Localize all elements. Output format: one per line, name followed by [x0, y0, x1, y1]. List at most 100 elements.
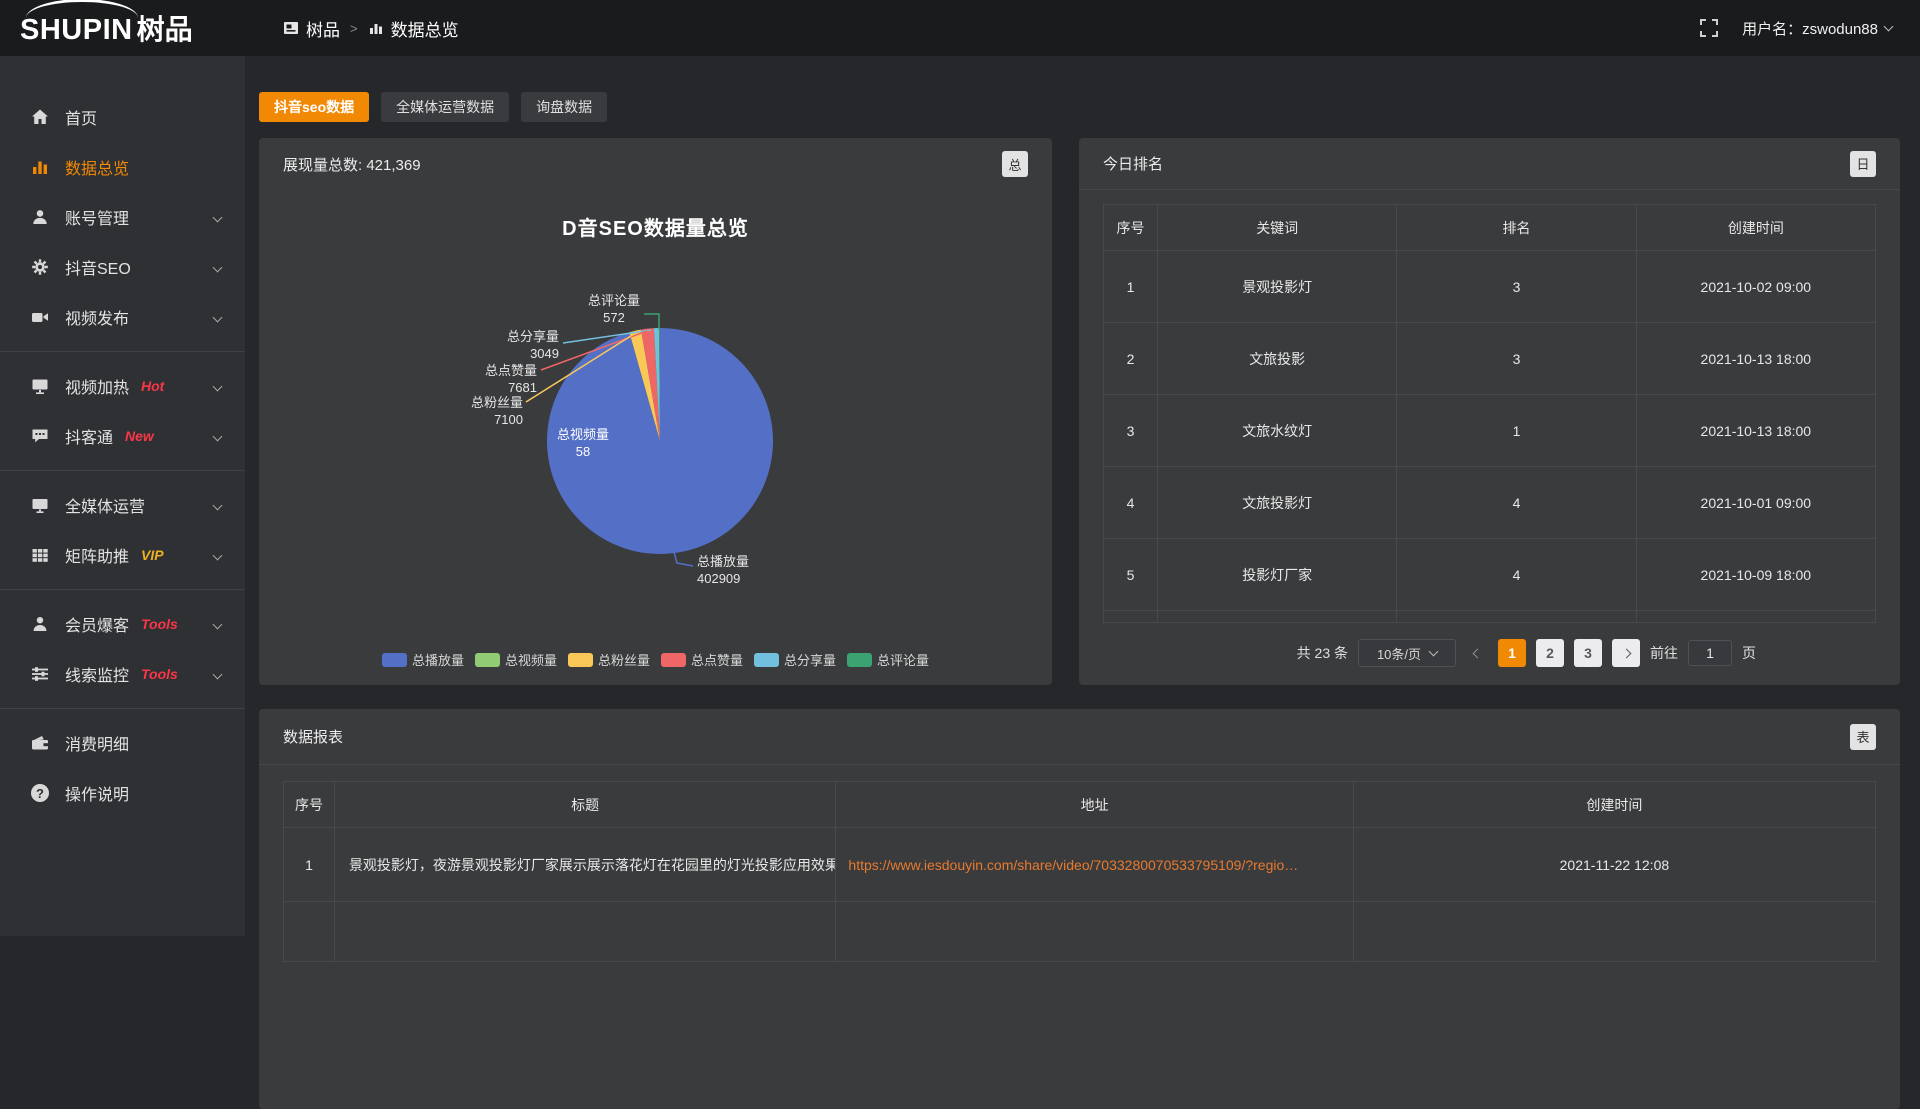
cell-rank: 3	[1397, 323, 1636, 395]
legend-swatch	[847, 653, 872, 667]
data-report-panel: 数据报表 表 序号 标题 地址 创建时间 1 景观投影灯，夜游景观投影灯	[259, 709, 1900, 1109]
ranking-table: 序号 关键词 排名 创建时间 1 景观投影灯 3 2021-10-02 09:0…	[1103, 204, 1876, 623]
sidebar-divider	[0, 470, 245, 471]
sidebar-item-label: 线索监控	[65, 662, 129, 686]
next-page-button[interactable]	[1612, 639, 1640, 667]
sidebar-item-omni-media[interactable]: 全媒体运营	[0, 480, 245, 530]
chevron-left-icon	[1472, 648, 1482, 658]
cell-rank: 1	[1397, 395, 1636, 467]
legend-swatch	[475, 653, 500, 667]
tab-omni-media-data[interactable]: 全媒体运营数据	[381, 92, 509, 122]
sidebar-item-label: 矩阵助推	[65, 543, 129, 567]
user-icon	[30, 207, 50, 227]
legend-item-总视频量[interactable]: 总视频量	[475, 650, 557, 669]
column-header: 序号	[284, 782, 335, 828]
sidebar-item-lead-monitor[interactable]: 线索监控 Tools	[0, 649, 245, 699]
breadcrumb-label: 树品	[306, 16, 340, 41]
tab-douyin-seo-data[interactable]: 抖音seo数据	[259, 92, 369, 122]
column-header: 地址	[836, 782, 1353, 828]
sidebar-item-label: 数据总览	[65, 155, 129, 179]
legend-item-总播放量[interactable]: 总播放量	[382, 650, 464, 669]
pie-chart: D音SEO数据量总览 总评论量 572 总分享量	[259, 190, 1052, 685]
question-circle-icon: ?	[30, 783, 50, 803]
sidebar-item-video-heat[interactable]: 视频加热 Hot	[0, 361, 245, 411]
sidebar-item-member-burst[interactable]: 会员爆客 Tools	[0, 599, 245, 649]
cell-time: 2021-10-13 18:00	[1636, 395, 1875, 467]
sidebar-item-label: 首页	[65, 105, 97, 129]
chevron-down-icon	[213, 262, 223, 272]
page-button-3[interactable]: 3	[1574, 639, 1602, 667]
username-label: 用户名：zswodun88	[1742, 18, 1878, 39]
hot-badge: Hot	[141, 378, 164, 394]
column-header: 排名	[1397, 205, 1636, 251]
legend-label: 总点赞量	[691, 650, 743, 669]
column-header: 创建时间	[1636, 205, 1875, 251]
pagination-total: 共 23 条	[1297, 643, 1348, 663]
cell-rank: 3	[1397, 251, 1636, 323]
sidebar-item-douketong[interactable]: 抖客通 New	[0, 411, 245, 461]
sidebar-item-matrix-boost[interactable]: 矩阵助推 VIP	[0, 530, 245, 580]
page-size-select[interactable]: 10条/页	[1358, 639, 1456, 667]
user-menu[interactable]: 用户名：zswodun88	[1742, 18, 1892, 39]
wallet-icon	[30, 733, 50, 753]
sidebar-item-label: 会员爆客	[65, 612, 129, 636]
legend-item-总分享量[interactable]: 总分享量	[754, 650, 836, 669]
grid-square-icon	[283, 20, 299, 36]
screen-icon	[30, 376, 50, 396]
table-row-partial	[284, 902, 1876, 962]
table-row: 3 文旅水纹灯 1 2021-10-13 18:00	[1104, 395, 1876, 467]
total-badge-button[interactable]: 总	[1002, 151, 1028, 177]
sidebar-item-help[interactable]: ? 操作说明	[0, 768, 245, 818]
breadcrumb-item-current[interactable]: 数据总览	[368, 16, 459, 41]
legend-item-总粉丝量[interactable]: 总粉丝量	[568, 650, 650, 669]
goto-page-input[interactable]	[1688, 640, 1732, 666]
breadcrumb-item-home[interactable]: 树品	[283, 16, 340, 41]
legend-item-总评论量[interactable]: 总评论量	[847, 650, 929, 669]
sidebar-item-home[interactable]: 首页	[0, 92, 245, 142]
tab-inquiry-data[interactable]: 询盘数据	[521, 92, 607, 122]
chevron-down-icon	[213, 669, 223, 679]
chevron-down-icon	[1884, 21, 1894, 31]
cell-keyword: 投影灯厂家	[1158, 539, 1397, 611]
table-row: 2 文旅投影 3 2021-10-13 18:00	[1104, 323, 1876, 395]
cell-index: 4	[1104, 467, 1158, 539]
legend-label: 总视频量	[505, 650, 557, 669]
impressions-total-label: 展现量总数: 421,369	[283, 154, 421, 175]
legend-swatch	[754, 653, 779, 667]
grid-icon	[30, 545, 50, 565]
sidebar-item-data-overview[interactable]: 数据总览	[0, 142, 245, 192]
sidebar-item-spend-detail[interactable]: 消费明细	[0, 718, 245, 768]
comment-icon	[30, 426, 50, 446]
sidebar-item-account[interactable]: 账号管理	[0, 192, 245, 242]
sidebar-item-video-publish[interactable]: 视频发布	[0, 292, 245, 342]
sidebar-item-douyin-seo[interactable]: 抖音SEO	[0, 242, 245, 292]
label-connector	[674, 552, 693, 566]
page-button-1[interactable]: 1	[1498, 639, 1526, 667]
sidebar-item-label: 抖音SEO	[65, 255, 131, 279]
sidebar-divider	[0, 589, 245, 590]
table-badge-button[interactable]: 表	[1850, 724, 1876, 750]
top-header: SHUPIN 树品 树品 > 数据总览 用户名：zswodun88	[0, 0, 1920, 56]
vip-badge: VIP	[141, 547, 164, 563]
seo-chart-panel: 展现量总数: 421,369 总 D音SEO数据量总览 总评论量	[259, 138, 1052, 685]
legend-label: 总粉丝量	[598, 650, 650, 669]
cell-time: 2021-11-22 12:08	[1353, 828, 1875, 902]
app-logo[interactable]: SHUPIN 树品	[0, 8, 245, 48]
main-content: 抖音seo数据 全媒体运营数据 询盘数据 展现量总数: 421,369 总 D音…	[245, 56, 1920, 936]
logo-text-cn: 树品	[137, 8, 193, 48]
prev-page-button[interactable]	[1466, 639, 1488, 667]
video-link[interactable]: https://www.iesdouyin.com/share/video/70…	[848, 857, 1298, 873]
sidebar-divider	[0, 351, 245, 352]
day-badge-button[interactable]: 日	[1850, 151, 1876, 177]
chevron-down-icon	[1429, 646, 1439, 656]
legend-item-总点赞量[interactable]: 总点赞量	[661, 650, 743, 669]
sidebar-item-label: 视频发布	[65, 305, 129, 329]
pie-label-likes: 总点赞量 7681	[419, 362, 537, 396]
cell-index: 2	[1104, 323, 1158, 395]
data-tabs: 抖音seo数据 全媒体运营数据 询盘数据	[259, 92, 1900, 122]
fullscreen-icon[interactable]	[1700, 19, 1718, 37]
chevron-down-icon	[213, 550, 223, 560]
chevron-down-icon	[213, 619, 223, 629]
sidebar-item-label: 消费明细	[65, 731, 129, 755]
page-button-2[interactable]: 2	[1536, 639, 1564, 667]
